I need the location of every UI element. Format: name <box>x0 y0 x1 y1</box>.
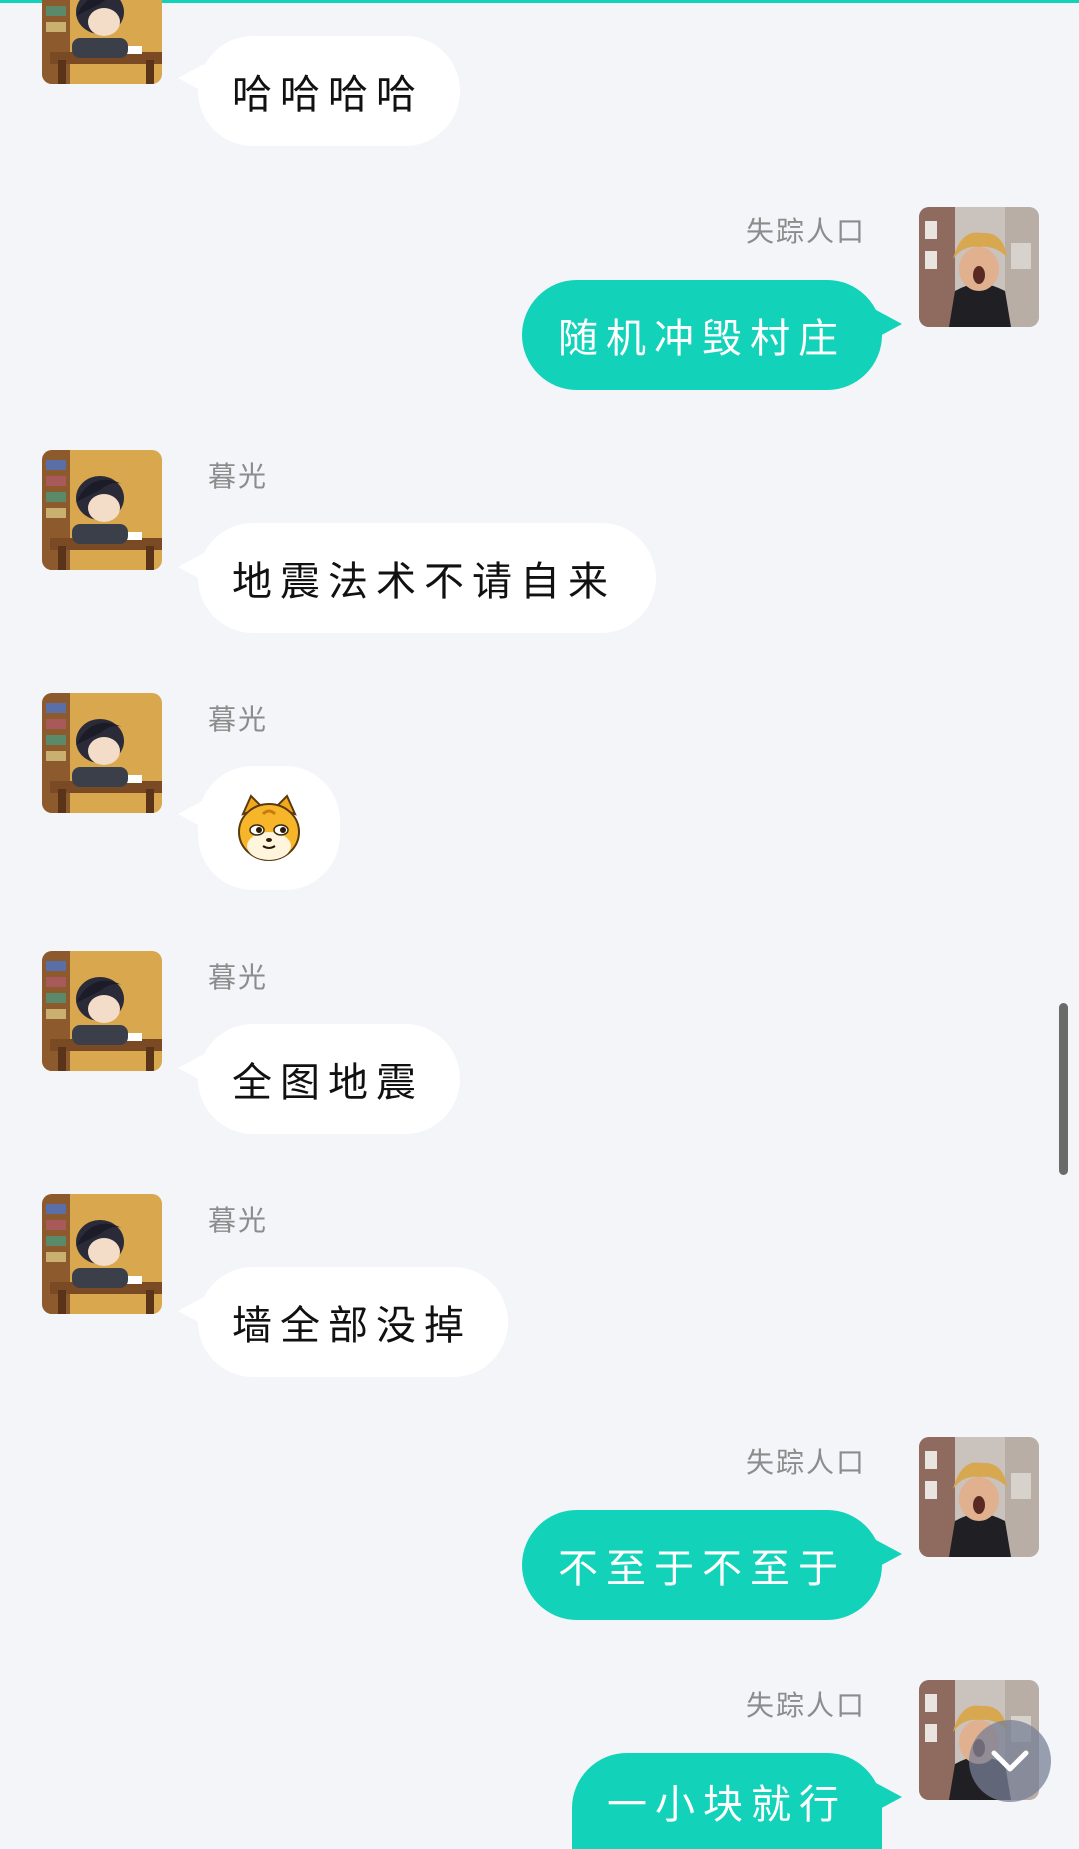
emoji-message-bubble[interactable] <box>198 766 340 890</box>
message-bubble[interactable]: 哈哈哈哈 <box>198 36 460 146</box>
scroll-to-bottom-button[interactable] <box>969 1720 1051 1802</box>
message-bubble[interactable]: 一小块就行 <box>572 1753 882 1849</box>
sender-name: 暮光 <box>208 703 269 736</box>
anime-student-avatar-icon <box>42 1194 162 1314</box>
anime-student-avatar-icon <box>42 0 162 84</box>
avatar-incoming[interactable] <box>42 1194 162 1314</box>
sender-name: 暮光 <box>208 961 269 994</box>
avatar-outgoing[interactable] <box>919 207 1039 327</box>
message-bubble[interactable]: 不至于不至于 <box>522 1510 882 1620</box>
avatar-incoming[interactable] <box>42 693 162 813</box>
avatar-incoming[interactable] <box>42 951 162 1071</box>
anime-student-avatar-icon <box>42 450 162 570</box>
person-photo-avatar-icon <box>919 1437 1039 1557</box>
anime-student-avatar-icon <box>42 951 162 1071</box>
person-photo-avatar-icon <box>919 207 1039 327</box>
sender-name: 失踪人口 <box>745 1689 866 1722</box>
message-bubble[interactable]: 墙全部没掉 <box>198 1267 508 1377</box>
anime-student-avatar-icon <box>42 693 162 813</box>
message-bubble[interactable]: 地震法术不请自来 <box>198 523 656 633</box>
message-bubble[interactable]: 全图地震 <box>198 1024 460 1134</box>
avatar-incoming[interactable] <box>42 450 162 570</box>
sender-name: 失踪人口 <box>745 215 866 248</box>
sender-name: 暮光 <box>208 1204 269 1237</box>
scrollbar-thumb[interactable] <box>1059 1003 1068 1175</box>
avatar-outgoing[interactable] <box>919 1437 1039 1557</box>
message-bubble[interactable]: 随机冲毁村庄 <box>522 280 882 390</box>
sender-name: 暮光 <box>208 460 269 493</box>
avatar-incoming[interactable] <box>42 0 162 84</box>
sender-name: 失踪人口 <box>745 1446 866 1479</box>
chevron-down-icon <box>991 1750 1029 1772</box>
fox-sticker-icon <box>238 794 300 861</box>
